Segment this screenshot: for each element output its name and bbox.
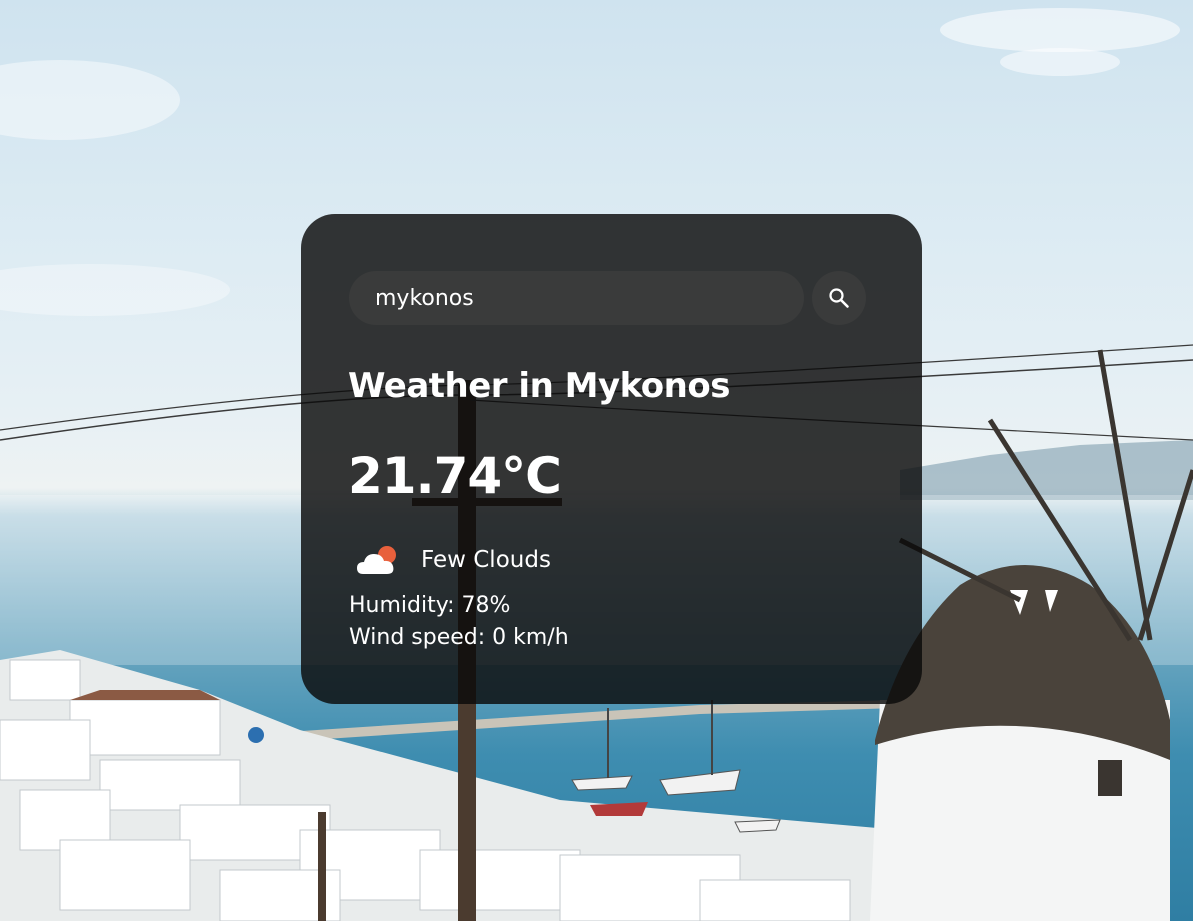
wind-speed-text: Wind speed: 0 km/h	[349, 625, 569, 650]
condition-label: Few Clouds	[421, 547, 551, 573]
search-bar	[349, 271, 866, 325]
condition-row: Few Clouds	[355, 540, 551, 580]
search-input[interactable]	[349, 271, 804, 325]
search-icon	[829, 288, 849, 308]
few-clouds-icon	[357, 546, 396, 574]
temperature: 21.74°C	[348, 447, 562, 505]
search-button[interactable]	[812, 271, 866, 325]
humidity-text: Humidity: 78%	[349, 593, 511, 618]
city-title: Weather in Mykonos	[348, 366, 730, 406]
weather-card: Weather in Mykonos 21.74°C Few Clouds Hu…	[301, 214, 922, 704]
